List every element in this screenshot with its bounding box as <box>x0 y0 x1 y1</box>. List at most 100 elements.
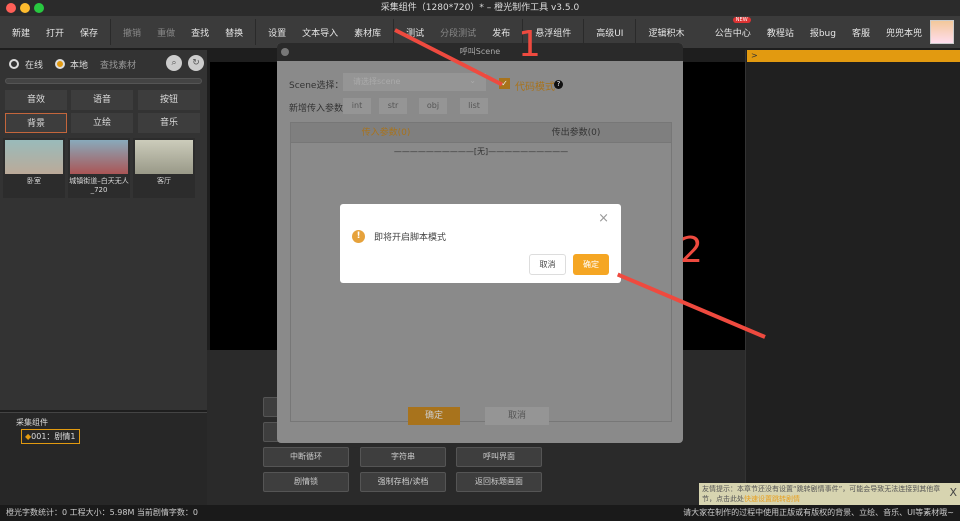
asset-thumbnail <box>5 140 63 174</box>
tab-input-params[interactable]: 传入参数(0) <box>291 123 481 142</box>
refresh-icon[interactable]: ↻ <box>188 55 204 71</box>
minimize-window-button[interactable] <box>20 3 30 13</box>
title-bar: 采集组件（1280*720）* – 橙光制作工具 v3.5.0 <box>0 0 960 16</box>
maximize-window-button[interactable] <box>34 3 44 13</box>
toolbar-logic-blocks[interactable]: 逻辑积木 <box>640 26 692 39</box>
add-str-button[interactable]: str <box>379 98 407 114</box>
dialog-cancel-button[interactable]: 取消 <box>485 407 549 425</box>
dialog-close-dot[interactable] <box>281 48 289 56</box>
block-force-save-load[interactable]: 强制存档/读档 <box>360 472 446 492</box>
divider <box>110 19 112 45</box>
add-obj-button[interactable]: obj <box>419 98 447 114</box>
toolbar-open[interactable]: 打开 <box>38 26 72 39</box>
scene-label: Scene选择： <box>289 81 344 91</box>
search-icon[interactable]: ⌕ <box>166 55 182 71</box>
size-slider[interactable] <box>5 78 202 84</box>
category-voice[interactable]: 语音 <box>71 90 133 110</box>
category-music[interactable]: 音乐 <box>138 113 200 133</box>
asset-label: 城镇街道–白天无人_720 <box>69 177 129 194</box>
asset-thumbnail <box>135 140 193 174</box>
tree-item-label: 001：剧情1 <box>31 432 76 441</box>
toolbar-save[interactable]: 保存 <box>72 26 106 39</box>
toolbar-replace[interactable]: 替换 <box>217 26 251 39</box>
close-window-button[interactable] <box>6 3 16 13</box>
tip-prefix: 友情提示： <box>702 485 737 493</box>
tree-root[interactable]: 采集组件 <box>16 417 48 428</box>
annotation-step-2: 2 <box>680 230 703 271</box>
toolbar-redo[interactable]: 重做 <box>149 26 183 39</box>
asset-label: 客厅 <box>157 177 171 185</box>
tip-banner: 友情提示：本章节还没有设置“跳转剧情事件”，可能会导致无法连接到其他章节，点击此… <box>699 483 960 505</box>
close-icon[interactable]: × <box>598 211 609 226</box>
asset-search-input[interactable]: 查找素材 <box>100 58 136 71</box>
status-notice: 请大家在制作的过程中使用正版或有版权的背景、立绘、音乐、UI等素材哦~ <box>683 508 954 517</box>
toolbar-tutorials[interactable]: 教程站 <box>759 26 802 39</box>
chevron-down-icon: ⌄ <box>469 76 476 85</box>
divider <box>583 19 585 45</box>
annotation-step-1: 1 <box>518 24 541 65</box>
block-call-ui[interactable]: 呼叫界面 <box>456 447 542 467</box>
toolbar-settings[interactable]: 设置 <box>260 26 294 39</box>
toolbar-undo[interactable]: 撤销 <box>115 26 149 39</box>
toolbar-publish[interactable]: 发布 <box>484 26 518 39</box>
category-background[interactable]: 背景 <box>5 113 67 133</box>
tip-link[interactable]: 快速设置跳转剧情 <box>744 495 800 503</box>
new-badge: NEW <box>732 16 751 23</box>
help-icon[interactable]: ? <box>554 80 563 89</box>
asset-item[interactable]: 客厅 <box>133 138 195 198</box>
block-string[interactable]: 字符串 <box>360 447 446 467</box>
code-mode-label: 代码模式 <box>515 82 555 93</box>
toolbar-username[interactable]: 兜兜本兜 <box>878 26 930 39</box>
local-label: 本地 <box>70 61 89 71</box>
block-return-title[interactable]: 返回标题画面 <box>456 472 542 492</box>
asset-thumbnail <box>70 140 128 174</box>
online-radio[interactable] <box>9 59 19 69</box>
dialog-title: 呼叫Scene <box>459 47 501 56</box>
add-list-button[interactable]: list <box>460 98 488 114</box>
tab-output-params[interactable]: 传出参数(0) <box>481 123 671 142</box>
add-int-button[interactable]: int <box>343 98 371 114</box>
toolbar-text-import[interactable]: 文本导入 <box>294 26 346 39</box>
alert-ok-button[interactable]: 确定 <box>573 254 609 275</box>
toolbar-find[interactable]: 查找 <box>183 26 217 39</box>
window-title: 采集组件（1280*720）* – 橙光制作工具 v3.5.0 <box>380 3 580 13</box>
alert-cancel-button[interactable]: 取消 <box>529 254 566 275</box>
confirm-alert: × ! 即将开启脚本模式 取消 确定 <box>340 204 621 283</box>
toolbar-advanced-ui[interactable]: 高级UI <box>588 26 631 39</box>
asset-label: 卧室 <box>27 177 41 185</box>
category-buttons[interactable]: 按钮 <box>138 90 200 110</box>
dialog-ok-button[interactable]: 确定 <box>408 407 460 425</box>
asset-item[interactable]: 城镇街道–白天无人_720 <box>68 138 130 198</box>
console-panel <box>745 50 960 505</box>
console-input[interactable]: > <box>747 50 960 62</box>
toolbar-new[interactable]: 新建 <box>4 26 38 39</box>
divider <box>635 19 637 45</box>
close-tip-icon[interactable]: X <box>949 487 957 498</box>
user-avatar[interactable] <box>930 20 954 44</box>
toolbar-segment-test[interactable]: 分段测试 <box>432 26 484 39</box>
asset-item[interactable]: 卧室 <box>3 138 65 198</box>
empty-params-text: ——————————[无]—————————— <box>393 147 569 156</box>
tip-text: 本章节还没有设置“跳转剧情事件”，可能会导致无法连接到其他章节，点击此处 <box>702 485 941 503</box>
scene-select[interactable]: 请选择scene ⌄ <box>343 73 486 91</box>
warning-icon: ! <box>352 230 365 243</box>
toolbar-asset-library[interactable]: 素材库 <box>346 26 389 39</box>
category-portraits[interactable]: 立绘 <box>71 113 133 133</box>
toolbar-support[interactable]: 客服 <box>844 26 878 39</box>
story-tree: 采集组件 ◆001：剧情1 <box>0 412 207 505</box>
status-bar: 橙光字数统计：0 工程大小：5.98M 当前剧情字数：0 请大家在制作的过程中使… <box>0 505 960 521</box>
category-sound-effects[interactable]: 音效 <box>5 90 67 110</box>
asset-panel: 在线 本地 查找素材 ⌕ ↻ 音效 语音 按钮 背景 立绘 音乐 卧室 城镇街道… <box>0 50 207 410</box>
status-stats: 橙光字数统计：0 工程大小：5.98M 当前剧情字数：0 <box>6 508 198 517</box>
toolbar-report-bug[interactable]: 报bug <box>802 26 844 39</box>
local-radio[interactable] <box>55 59 65 69</box>
block-story-lock[interactable]: 剧情锁 <box>263 472 349 492</box>
alert-message: 即将开启脚本模式 <box>374 233 447 243</box>
online-label: 在线 <box>25 61 44 71</box>
block-break-loop[interactable]: 中断循环 <box>263 447 349 467</box>
divider <box>255 19 257 45</box>
announcements-label: 公告中心 <box>714 28 751 39</box>
scene-placeholder: 请选择scene <box>353 77 401 86</box>
tree-item-story1[interactable]: ◆001：剧情1 <box>21 429 80 444</box>
toolbar-announcements[interactable]: 公告中心 NEW <box>707 16 759 39</box>
